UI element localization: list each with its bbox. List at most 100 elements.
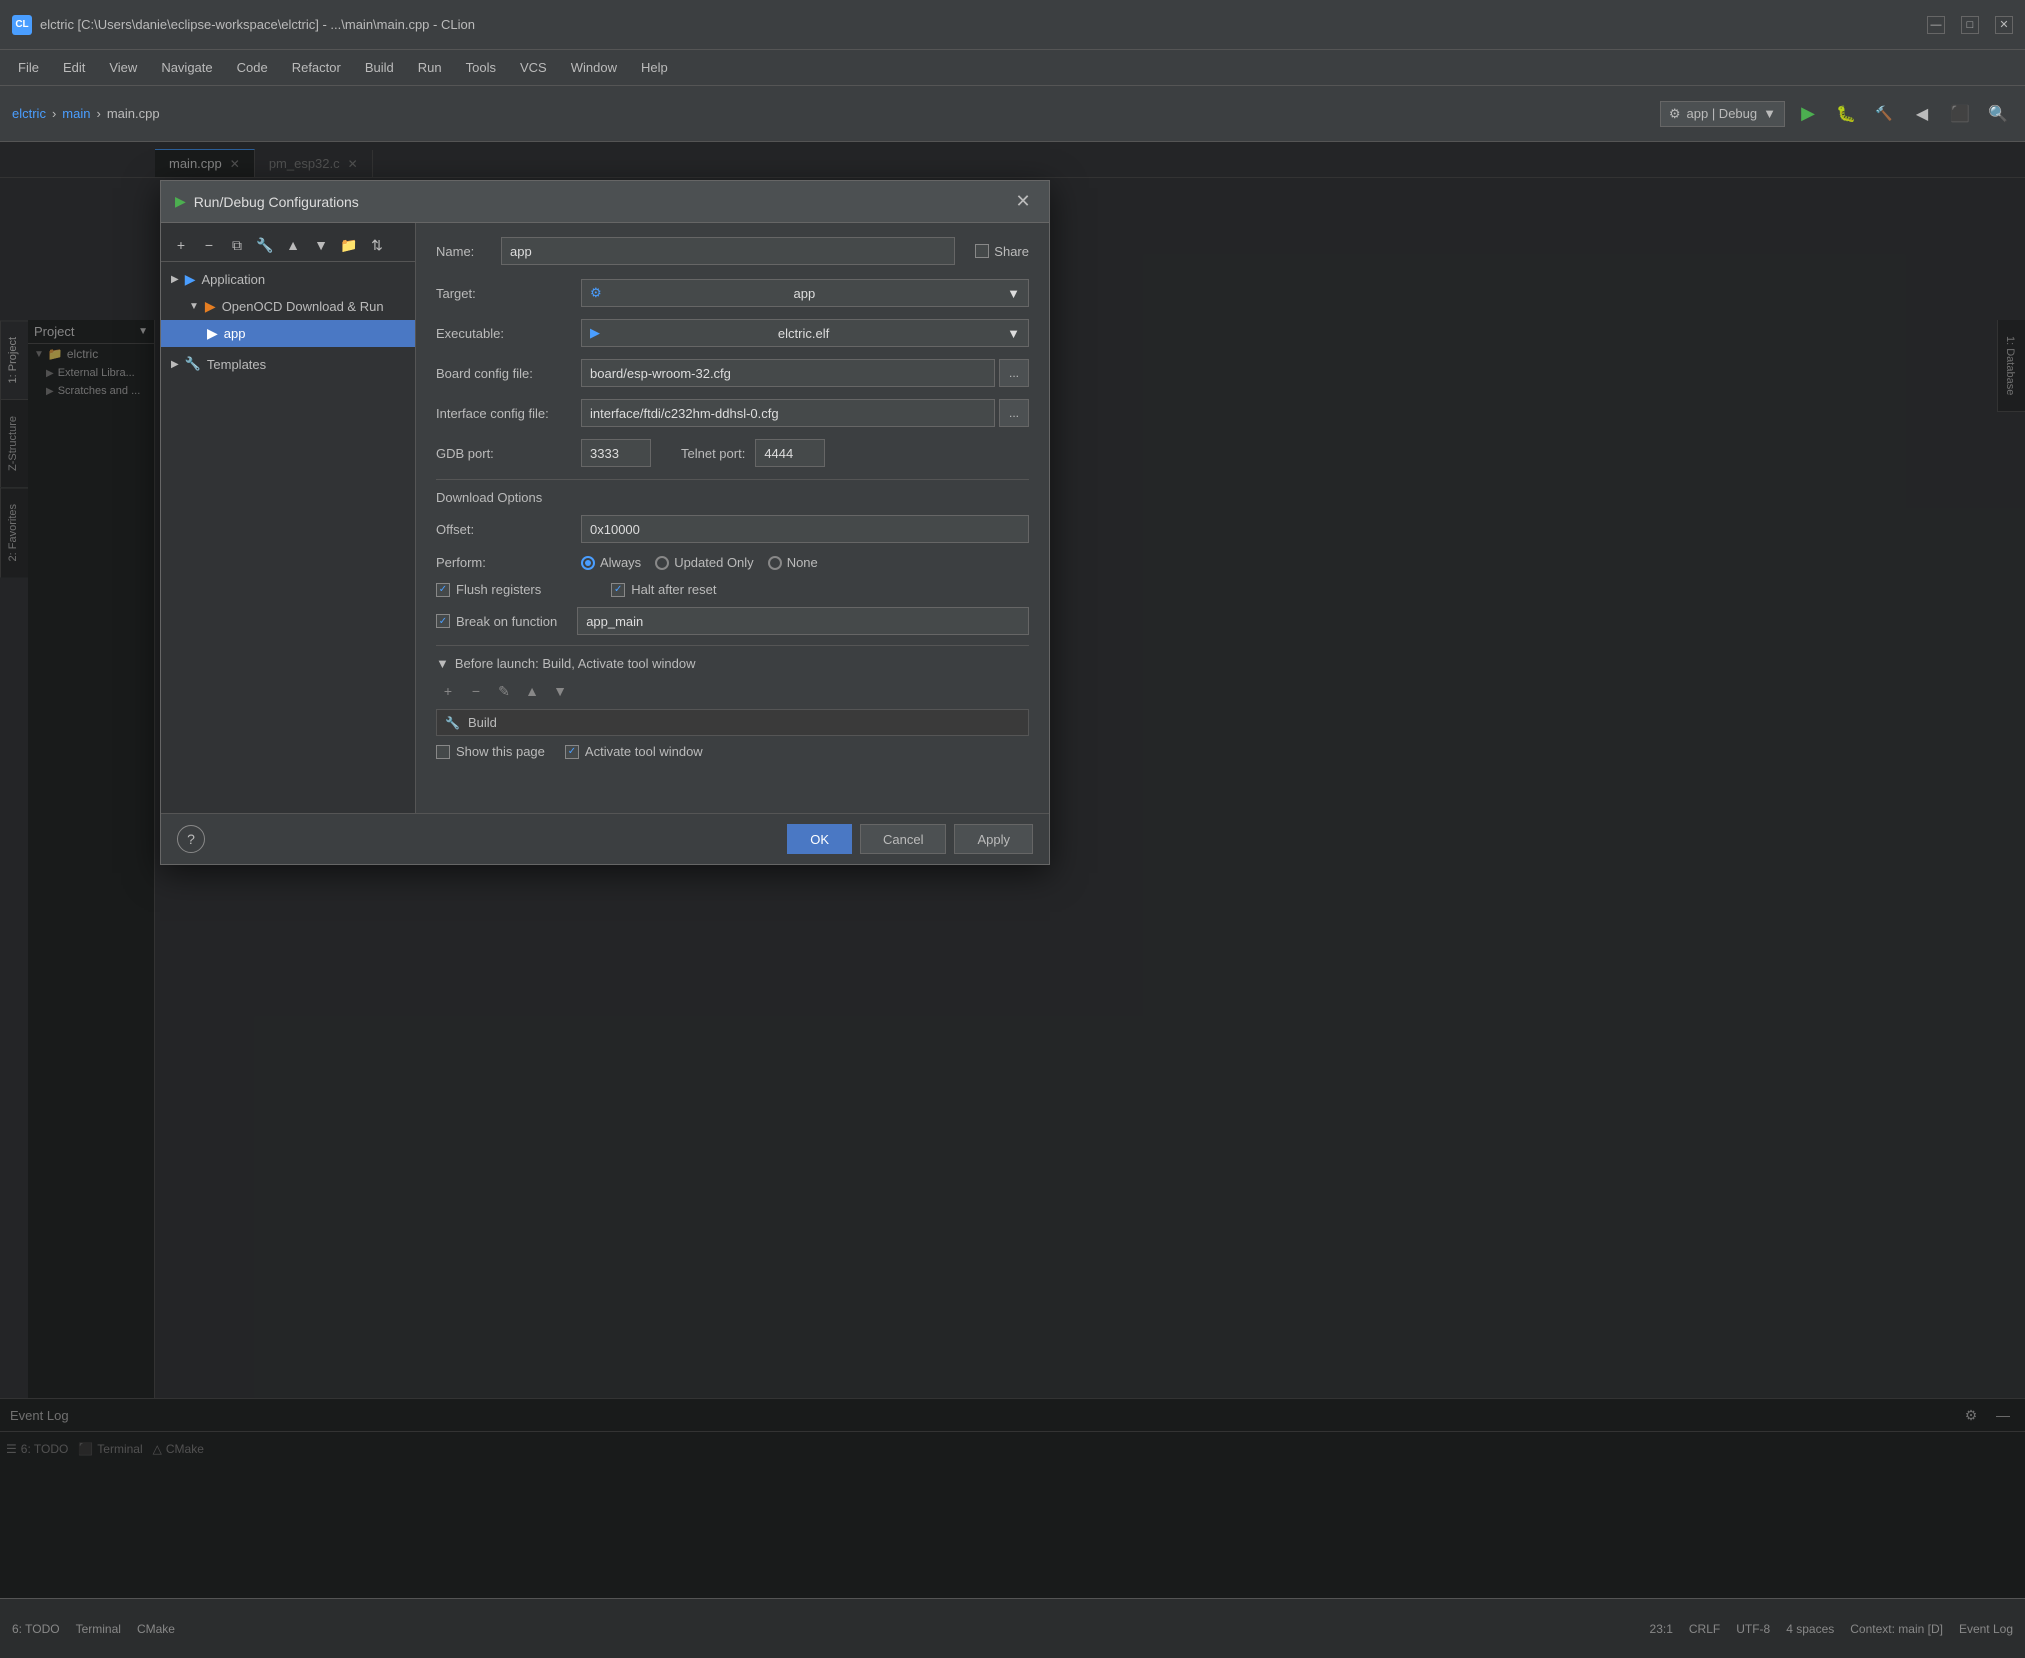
show-this-page-text: Show this page xyxy=(456,744,545,759)
flush-registers-label[interactable]: Flush registers xyxy=(436,582,541,597)
folder-button[interactable]: 📁 xyxy=(337,233,361,257)
menu-code[interactable]: Code xyxy=(227,56,278,79)
back-button[interactable]: ◀ xyxy=(1907,99,1937,129)
dialog-close-button[interactable]: ✕ xyxy=(1011,190,1035,214)
close-btn[interactable]: ✕ xyxy=(1995,16,2013,34)
status-cmake[interactable]: CMake xyxy=(137,1622,175,1636)
share-checkbox-label[interactable]: Share xyxy=(975,244,1029,259)
board-config-browse-button[interactable]: ... xyxy=(999,359,1029,387)
interface-config-browse-button[interactable]: ... xyxy=(999,399,1029,427)
cancel-button[interactable]: Cancel xyxy=(860,824,946,854)
minimize-btn[interactable]: — xyxy=(1927,16,1945,34)
menu-help[interactable]: Help xyxy=(631,56,678,79)
forward-button[interactable]: ⬛ xyxy=(1945,99,1975,129)
activate-tool-window-label[interactable]: Activate tool window xyxy=(565,744,703,759)
status-line-ending[interactable]: CRLF xyxy=(1689,1622,1720,1636)
status-terminal[interactable]: Terminal xyxy=(76,1622,121,1636)
status-bar: 6: TODO Terminal CMake 23:1 CRLF UTF-8 4… xyxy=(0,1598,2025,1658)
tree-item-openocd[interactable]: ▼ ▶ OpenOCD Download & Run xyxy=(161,293,415,320)
breadcrumb-main[interactable]: main xyxy=(62,106,90,121)
radio-none-label[interactable]: None xyxy=(768,555,818,570)
tree-item-application[interactable]: ▶ ▶ Application xyxy=(161,266,415,293)
radio-updated-only[interactable] xyxy=(655,556,669,570)
menu-refactor[interactable]: Refactor xyxy=(282,56,351,79)
target-icon: ⚙ xyxy=(590,285,602,301)
move-up-button[interactable]: ▲ xyxy=(281,233,305,257)
halt-after-reset-checkbox[interactable] xyxy=(611,583,625,597)
build-label: Build xyxy=(468,715,497,730)
status-encoding[interactable]: UTF-8 xyxy=(1736,1622,1770,1636)
break-on-function-input[interactable] xyxy=(577,607,1029,635)
run-button[interactable]: ▶ xyxy=(1793,99,1823,129)
radio-always-label[interactable]: Always xyxy=(581,555,641,570)
menu-navigate[interactable]: Navigate xyxy=(151,56,222,79)
templates-icon: 🔧 xyxy=(185,356,201,372)
radio-always[interactable] xyxy=(581,556,595,570)
menu-build[interactable]: Build xyxy=(355,56,404,79)
status-todo[interactable]: 6: TODO xyxy=(12,1622,60,1636)
break-on-function-text: Break on function xyxy=(456,614,557,629)
run-config-dropdown[interactable]: ⚙ app | Debug ▼ xyxy=(1660,101,1785,127)
launch-task-up-button[interactable]: ▲ xyxy=(520,679,544,703)
board-config-input[interactable] xyxy=(581,359,995,387)
telnet-port-input[interactable] xyxy=(755,439,825,467)
target-dropdown[interactable]: ⚙ app ▼ xyxy=(581,279,1029,307)
divider-1 xyxy=(436,479,1029,480)
executable-dropdown[interactable]: ▶ elctric.elf ▼ xyxy=(581,319,1029,347)
breadcrumb-file[interactable]: main.cpp xyxy=(107,106,160,121)
telnet-port-label: Telnet port: xyxy=(681,446,745,461)
remove-launch-task-button[interactable]: − xyxy=(464,679,488,703)
executable-value: elctric.elf xyxy=(778,326,829,341)
status-context: Context: main [D] xyxy=(1850,1622,1943,1636)
build-button[interactable]: 🔨 xyxy=(1869,99,1899,129)
move-down-button[interactable]: ▼ xyxy=(309,233,333,257)
radio-updated-only-label[interactable]: Updated Only xyxy=(655,555,754,570)
launch-task-down-button[interactable]: ▼ xyxy=(548,679,572,703)
search-everywhere-button[interactable]: 🔍 xyxy=(1983,99,2013,129)
menu-vcs[interactable]: VCS xyxy=(510,56,557,79)
radio-none[interactable] xyxy=(768,556,782,570)
debug-button[interactable]: 🐛 xyxy=(1831,99,1861,129)
status-indent[interactable]: 4 spaces xyxy=(1786,1622,1834,1636)
dialog-footer: ? OK Cancel Apply xyxy=(161,813,1049,864)
add-launch-task-button[interactable]: + xyxy=(436,679,460,703)
copy-config-button[interactable]: ⧉ xyxy=(225,233,249,257)
tree-item-app-selected[interactable]: ▶ app xyxy=(161,320,415,347)
edit-launch-task-button[interactable]: ✎ xyxy=(492,679,516,703)
show-this-page-label[interactable]: Show this page xyxy=(436,744,545,759)
name-input[interactable] xyxy=(501,237,955,265)
gdb-port-input[interactable] xyxy=(581,439,651,467)
remove-config-button[interactable]: − xyxy=(197,233,221,257)
menu-file[interactable]: File xyxy=(8,56,49,79)
add-config-button[interactable]: + xyxy=(169,233,193,257)
menu-view[interactable]: View xyxy=(99,56,147,79)
menu-run[interactable]: Run xyxy=(408,56,452,79)
share-checkbox[interactable] xyxy=(975,244,989,258)
break-on-function-checkbox[interactable] xyxy=(436,614,450,628)
menu-window[interactable]: Window xyxy=(561,56,627,79)
show-this-page-checkbox[interactable] xyxy=(436,745,450,759)
tree-item-templates[interactable]: ▶ 🔧 Templates xyxy=(161,351,415,377)
flush-registers-checkbox[interactable] xyxy=(436,583,450,597)
breadcrumb-project[interactable]: elctric xyxy=(12,106,46,121)
apply-button[interactable]: Apply xyxy=(954,824,1033,854)
activate-tool-window-text: Activate tool window xyxy=(585,744,703,759)
before-launch-header[interactable]: ▼ Before launch: Build, Activate tool wi… xyxy=(436,656,1029,671)
status-position[interactable]: 23:1 xyxy=(1650,1622,1673,1636)
ports-row: GDB port: Telnet port: xyxy=(436,439,1029,467)
menu-tools[interactable]: Tools xyxy=(456,56,506,79)
ok-button[interactable]: OK xyxy=(787,824,852,854)
break-on-function-label[interactable]: Break on function xyxy=(436,614,557,629)
activate-tool-window-checkbox[interactable] xyxy=(565,745,579,759)
status-event-log[interactable]: Event Log xyxy=(1959,1622,2013,1636)
offset-input[interactable] xyxy=(581,515,1029,543)
expand-icon: ▶ xyxy=(171,359,179,370)
edit-config-button[interactable]: 🔧 xyxy=(253,233,277,257)
window-controls[interactable]: — □ ✕ xyxy=(1927,16,2013,34)
sort-button[interactable]: ⇅ xyxy=(365,233,389,257)
halt-after-reset-label[interactable]: Halt after reset xyxy=(611,582,716,597)
menu-edit[interactable]: Edit xyxy=(53,56,95,79)
help-button[interactable]: ? xyxy=(177,825,205,853)
maximize-btn[interactable]: □ xyxy=(1961,16,1979,34)
interface-config-input[interactable] xyxy=(581,399,995,427)
